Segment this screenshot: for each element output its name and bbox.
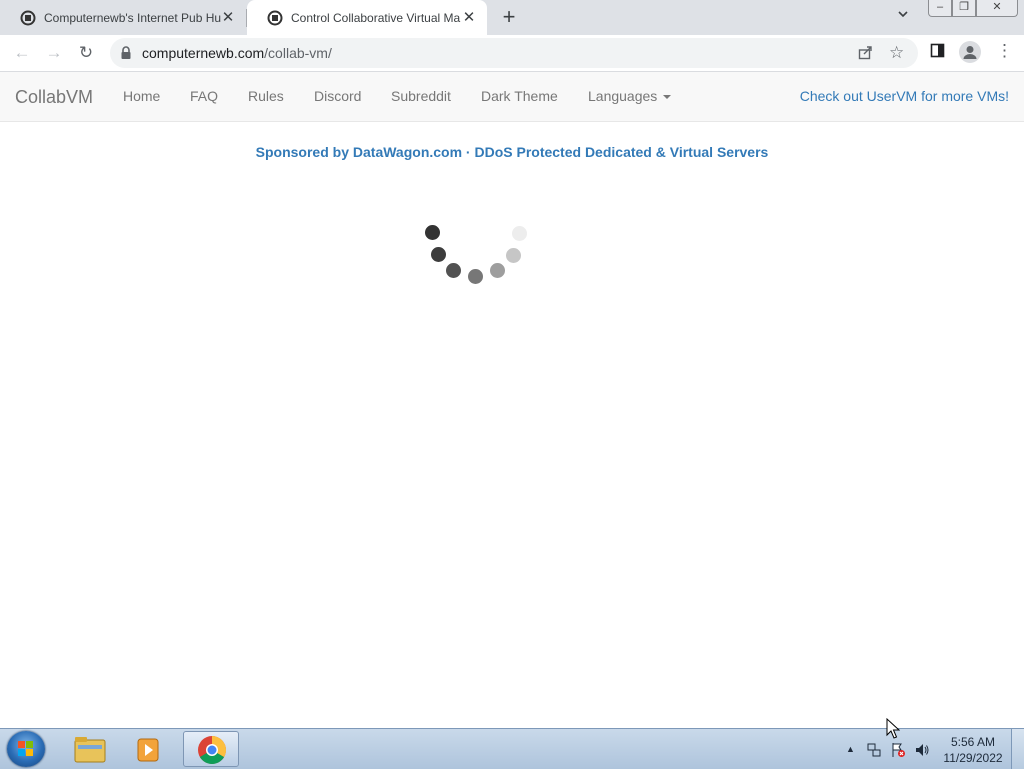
- start-button[interactable]: [7, 731, 45, 767]
- caret-down-icon: [663, 95, 672, 100]
- close-icon[interactable]: ✕: [220, 8, 236, 26]
- show-hidden-icons-button[interactable]: ▲: [846, 744, 855, 754]
- url-path: /collab-vm/: [264, 45, 332, 61]
- nav-faq[interactable]: FAQ: [190, 88, 218, 104]
- mouse-cursor-icon: [886, 717, 901, 745]
- taskbar-clock[interactable]: 5:56 AM 11/29/2022: [940, 734, 1006, 766]
- tab-computernewb-pub[interactable]: Computernewb's Internet Pub Hu ✕: [0, 0, 246, 35]
- spinner-dot: [490, 263, 505, 278]
- media-player-icon: [137, 738, 159, 762]
- chrome-icon: [198, 736, 226, 764]
- chrome-taskbar-button[interactable]: [183, 731, 239, 767]
- nav-rules[interactable]: Rules: [248, 88, 284, 104]
- collabvm-favicon-icon: [267, 10, 283, 26]
- browser-toolbar: ← → ↻ computernewb.com/collab-vm/ ☆ ⋮: [0, 35, 1024, 72]
- spinner-dot: [431, 247, 446, 262]
- spinner-dot: [512, 226, 527, 241]
- nav-dark-theme[interactable]: Dark Theme: [481, 88, 558, 104]
- windows-flag-icon: [18, 741, 34, 757]
- spinner-dot: [446, 263, 461, 278]
- nav-discord[interactable]: Discord: [314, 88, 361, 104]
- restore-button[interactable]: ❐: [952, 0, 976, 17]
- bookmark-star-icon[interactable]: ☆: [889, 43, 904, 63]
- tab-title: Computernewb's Internet Pub Hu: [44, 10, 222, 25]
- clock-date: 11/29/2022: [943, 751, 1003, 765]
- tab-search-chevron-icon[interactable]: [897, 8, 909, 23]
- lock-icon[interactable]: [120, 46, 132, 60]
- uservm-link[interactable]: Check out UserVM for more VMs!: [800, 88, 1009, 104]
- share-icon[interactable]: [858, 45, 873, 64]
- address-bar[interactable]: computernewb.com/collab-vm/ ☆: [110, 38, 918, 68]
- close-icon[interactable]: ✕: [461, 8, 477, 26]
- nav-subreddit[interactable]: Subreddit: [391, 88, 451, 104]
- profile-avatar-icon[interactable]: [959, 41, 981, 63]
- show-desktop-button[interactable]: [1011, 729, 1024, 769]
- back-button[interactable]: ←: [12, 43, 32, 63]
- browser-tab-strip: Computernewb's Internet Pub Hu ✕ Control…: [0, 0, 1024, 35]
- network-icon[interactable]: [866, 742, 882, 761]
- url-domain: computernewb.com: [142, 45, 265, 61]
- nav-languages-dropdown[interactable]: Languages: [588, 88, 672, 104]
- nav-home[interactable]: Home: [123, 88, 160, 104]
- brand-logo[interactable]: CollabVM: [15, 87, 93, 108]
- volume-icon[interactable]: [914, 742, 930, 761]
- menu-kebab-icon[interactable]: ⋮: [996, 41, 1013, 61]
- window-controls: – ❐ ✕: [928, 0, 1018, 17]
- tab-title: Control Collaborative Virtual Ma: [291, 10, 461, 25]
- explorer-icon: [74, 737, 106, 763]
- clock-time: 5:56 AM: [950, 735, 996, 749]
- reload-button[interactable]: ↻: [76, 43, 96, 63]
- explorer-taskbar-button[interactable]: [62, 731, 118, 767]
- forward-button[interactable]: →: [44, 43, 64, 63]
- spinner-dot: [506, 248, 521, 263]
- minimize-button[interactable]: –: [928, 0, 952, 17]
- spinner-dot: [468, 269, 483, 284]
- window-close-button[interactable]: ✕: [976, 0, 1018, 17]
- sidepanel-icon[interactable]: [930, 43, 945, 62]
- collabvm-favicon-icon: [20, 10, 36, 26]
- site-navbar: CollabVM Home FAQ Rules Discord Subreddi…: [0, 72, 1024, 122]
- sponsor-banner-link[interactable]: Sponsored by DataWagon.com · DDoS Protec…: [0, 144, 1024, 160]
- media-player-taskbar-button[interactable]: [120, 731, 176, 767]
- tab-collabvm[interactable]: Control Collaborative Virtual Ma ✕: [247, 0, 487, 35]
- windows-taskbar: ▲ 5:56 AM 11/29/2022: [0, 728, 1024, 769]
- spinner-dot: [425, 225, 440, 240]
- new-tab-button[interactable]: +: [499, 6, 519, 28]
- languages-label: Languages: [588, 88, 658, 104]
- url-text[interactable]: computernewb.com/collab-vm/: [142, 45, 332, 61]
